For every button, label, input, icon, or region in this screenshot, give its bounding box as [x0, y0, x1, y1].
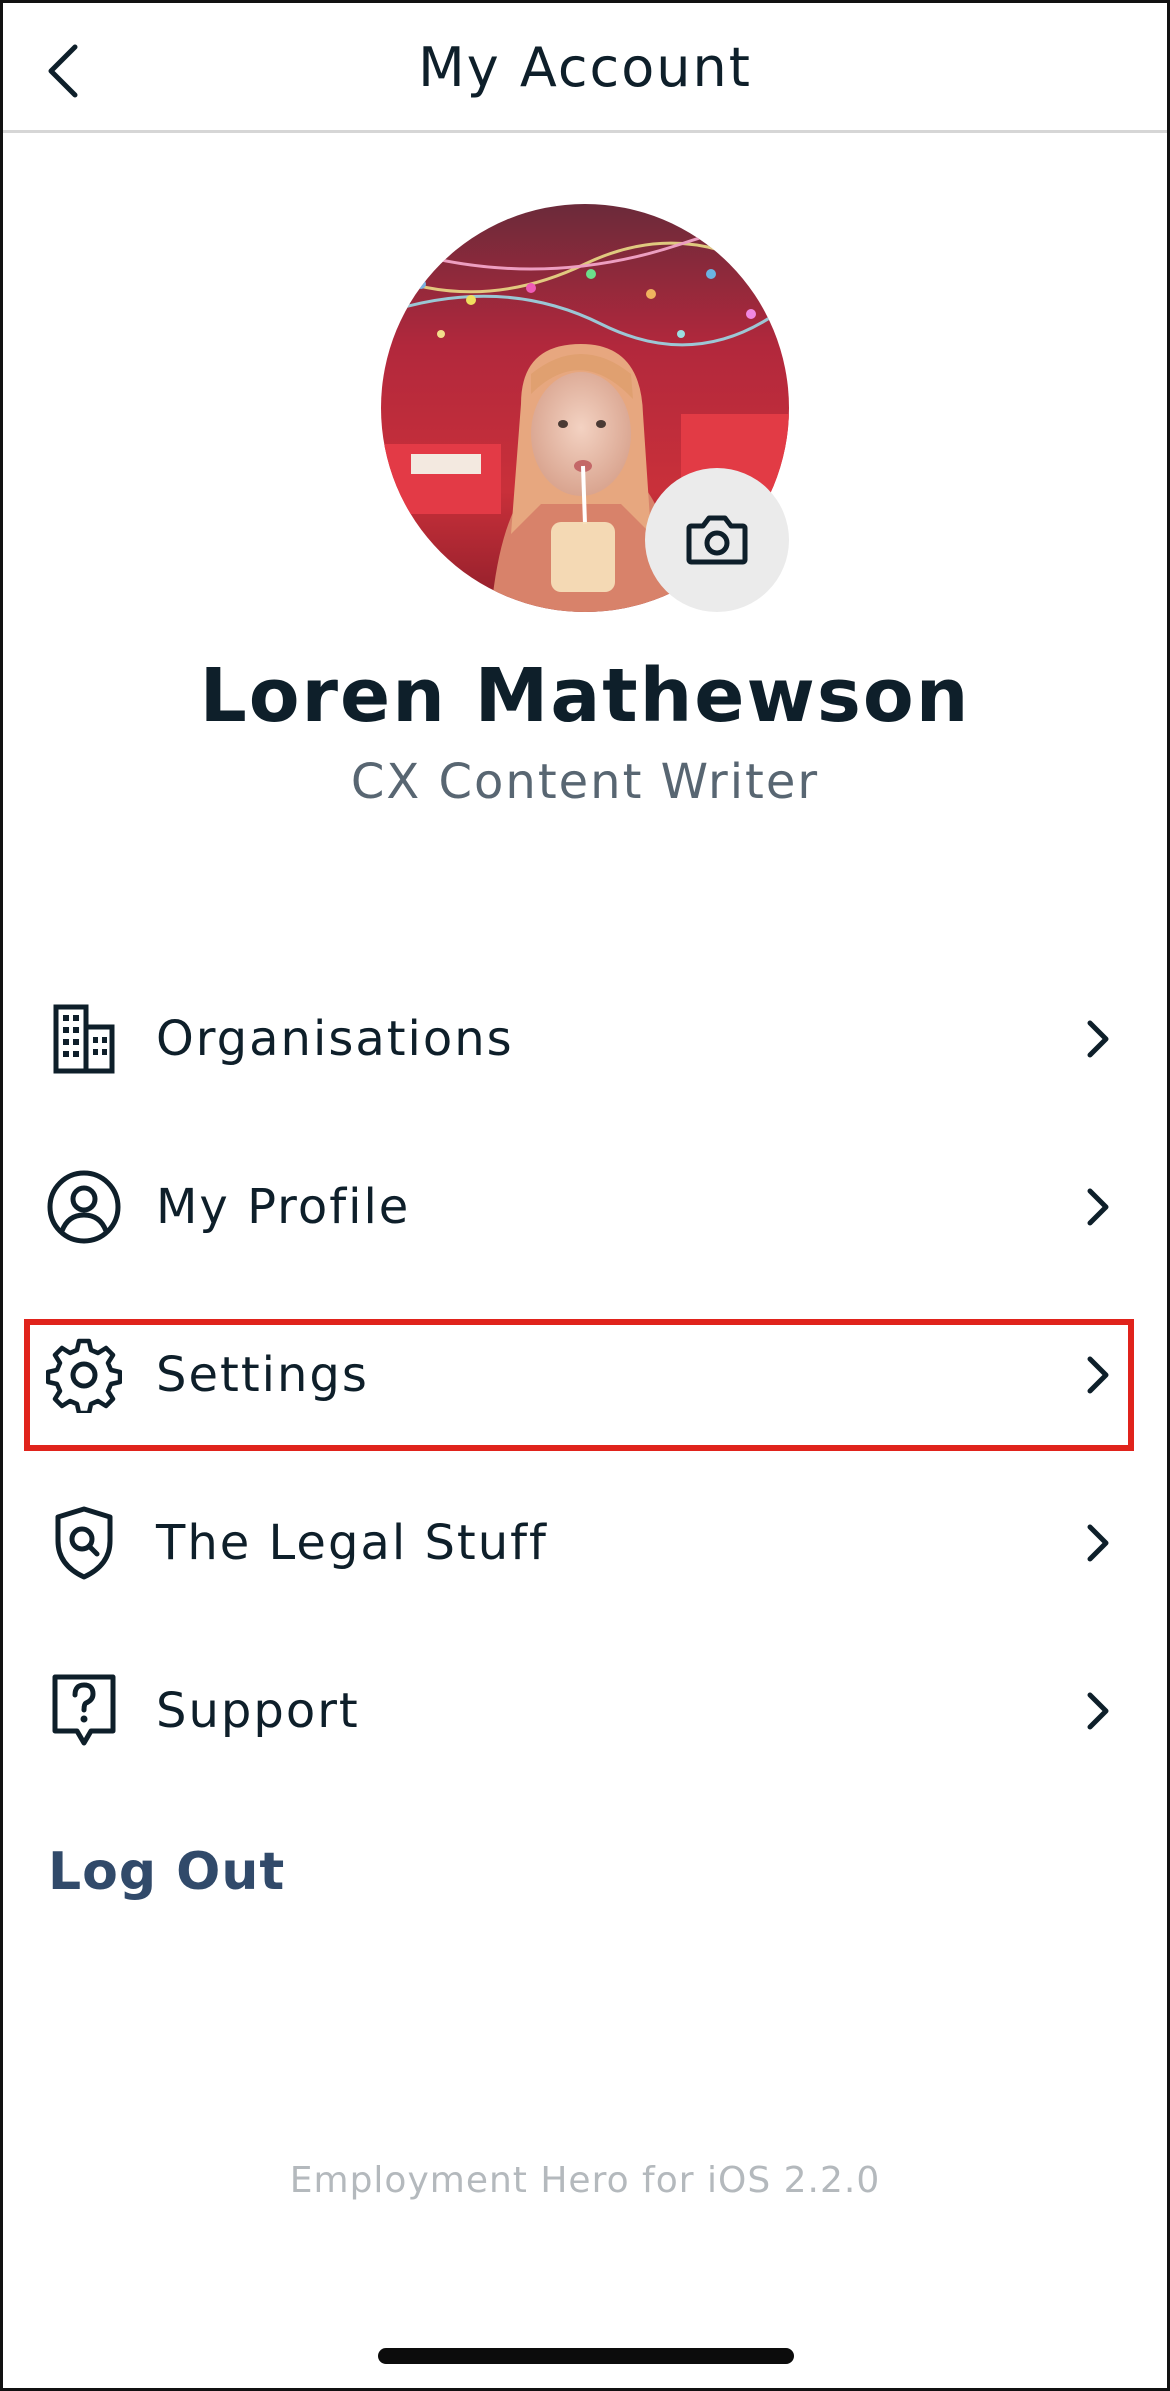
chevron-right-icon [1078, 1177, 1118, 1237]
user-role: CX Content Writer [350, 754, 820, 810]
shield-search-icon [44, 1503, 124, 1583]
menu-item-label: Organisations [156, 1011, 514, 1067]
menu-item-label: My Profile [156, 1179, 411, 1235]
user-name: Loren Mathewson [199, 653, 971, 739]
top-bar: My Account [3, 3, 1167, 133]
menu-item-legal[interactable]: The Legal Stuff [28, 1476, 1140, 1610]
building-icon [44, 999, 124, 1079]
user-circle-icon [44, 1167, 124, 1247]
question-bubble-icon [44, 1671, 124, 1751]
chevron-right-icon [1078, 1681, 1118, 1741]
home-indicator[interactable] [378, 2348, 794, 2364]
chevron-right-icon [1078, 1009, 1118, 1069]
change-photo-button[interactable] [645, 468, 789, 612]
menu-item-label: Support [156, 1683, 360, 1739]
menu-item-support[interactable]: Support [28, 1644, 1140, 1778]
page-title: My Account [418, 36, 752, 99]
chevron-right-icon [1078, 1513, 1118, 1573]
menu-item-my-profile[interactable]: My Profile [28, 1140, 1140, 1274]
menu-item-organisations[interactable]: Organisations [28, 972, 1140, 1106]
settings-highlight-box [24, 1319, 1134, 1451]
camera-icon [686, 515, 748, 565]
logout-button[interactable]: Log Out [48, 1842, 285, 1902]
menu-item-label: The Legal Stuff [156, 1515, 548, 1571]
app-version: Employment Hero for iOS 2.2.0 [289, 2160, 881, 2201]
